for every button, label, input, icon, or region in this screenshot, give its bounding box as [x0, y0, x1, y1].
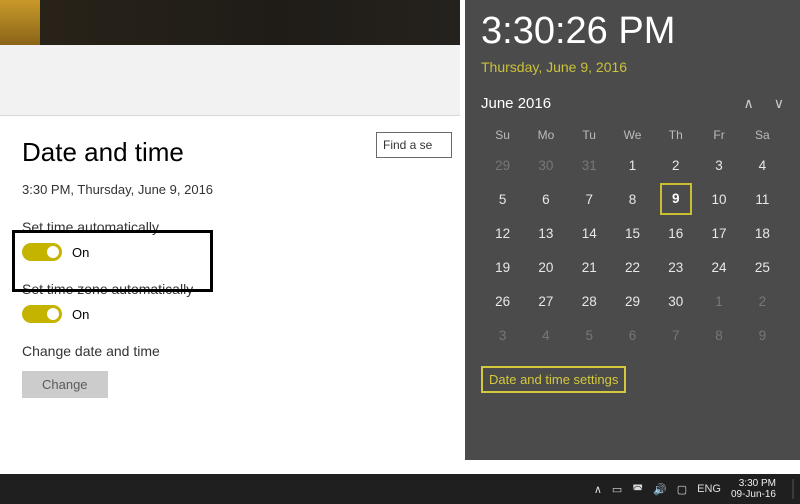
- calendar-day-cell[interactable]: 4: [524, 318, 567, 352]
- calendar-day-cell[interactable]: 23: [654, 250, 697, 284]
- calendar-dow-header: We: [611, 122, 654, 148]
- calendar-day-cell[interactable]: 11: [741, 182, 784, 216]
- calendar-day-cell[interactable]: 16: [654, 216, 697, 250]
- calendar-day-cell[interactable]: 12: [481, 216, 524, 250]
- show-desktop-button[interactable]: [792, 479, 794, 499]
- calendar-day-cell[interactable]: 21: [568, 250, 611, 284]
- calendar-day-cell[interactable]: 29: [481, 148, 524, 182]
- desktop-wallpaper-strip: [0, 0, 460, 45]
- calendar-day-cell[interactable]: 9: [741, 318, 784, 352]
- calendar-next-icon[interactable]: ∨: [774, 95, 784, 112]
- set-tz-auto-label: Set time zone automatically: [22, 281, 438, 297]
- calendar-dow-header: Sa: [741, 122, 784, 148]
- calendar-dow-header: Th: [654, 122, 697, 148]
- calendar-day-cell[interactable]: 5: [568, 318, 611, 352]
- calendar-day-cell[interactable]: 24: [697, 250, 740, 284]
- system-tray: ∧ ▭ ◚ 🔊 ▢ ENG 3:30 PM 09-Jun-16: [594, 478, 794, 500]
- settings-panel: Date and time 3:30 PM, Thursday, June 9,…: [0, 115, 460, 418]
- calendar-dow-header: Fr: [697, 122, 740, 148]
- change-button[interactable]: Change: [22, 371, 108, 398]
- calendar-day-cell[interactable]: 9: [654, 182, 697, 216]
- calendar-day-cell[interactable]: 1: [697, 284, 740, 318]
- calendar-day-cell[interactable]: 19: [481, 250, 524, 284]
- calendar-day-cell[interactable]: 17: [697, 216, 740, 250]
- calendar-grid: SuMoTuWeThFrSa 2930311234567891011121314…: [481, 122, 784, 352]
- battery-icon[interactable]: ▭: [612, 483, 622, 496]
- calendar-prev-icon[interactable]: ∧: [744, 95, 754, 112]
- set-time-auto-label: Set time automatically: [22, 219, 438, 235]
- settings-header-strip: Find a se: [0, 45, 460, 116]
- calendar-dow-header: Su: [481, 122, 524, 148]
- calendar-day-cell[interactable]: 3: [697, 148, 740, 182]
- set-time-auto-state: On: [72, 245, 89, 260]
- calendar-day-cell[interactable]: 18: [741, 216, 784, 250]
- tray-overflow-icon[interactable]: ∧: [594, 483, 602, 496]
- calendar-day-cell[interactable]: 14: [568, 216, 611, 250]
- calendar-day-cell[interactable]: 27: [524, 284, 567, 318]
- set-time-auto-block: Set time automatically On: [22, 219, 438, 261]
- taskbar-clock[interactable]: 3:30 PM 09-Jun-16: [731, 478, 776, 500]
- action-center-icon[interactable]: ▢: [677, 483, 687, 496]
- calendar-day-cell[interactable]: 13: [524, 216, 567, 250]
- calendar-day-cell[interactable]: 8: [697, 318, 740, 352]
- input-language[interactable]: ENG: [697, 483, 721, 495]
- calendar-day-cell[interactable]: 6: [524, 182, 567, 216]
- calendar-day-cell[interactable]: 28: [568, 284, 611, 318]
- change-dt-label: Change date and time: [22, 343, 438, 359]
- current-datetime-text: 3:30 PM, Thursday, June 9, 2016: [22, 182, 438, 197]
- calendar-day-cell[interactable]: 8: [611, 182, 654, 216]
- calendar-day-cell[interactable]: 10: [697, 182, 740, 216]
- calendar-day-cell[interactable]: 30: [524, 148, 567, 182]
- flyout-date: Thursday, June 9, 2016: [481, 59, 784, 75]
- calendar-day-cell[interactable]: 7: [654, 318, 697, 352]
- taskbar-time: 3:30 PM: [731, 478, 776, 489]
- calendar-day-cell[interactable]: 22: [611, 250, 654, 284]
- set-time-auto-toggle[interactable]: [22, 243, 62, 261]
- calendar-day-cell[interactable]: 6: [611, 318, 654, 352]
- set-tz-auto-state: On: [72, 307, 89, 322]
- volume-icon[interactable]: 🔊: [653, 483, 667, 496]
- set-tz-auto-toggle[interactable]: [22, 305, 62, 323]
- calendar-day-cell[interactable]: 3: [481, 318, 524, 352]
- calendar-day-cell[interactable]: 7: [568, 182, 611, 216]
- taskbar[interactable]: ∧ ▭ ◚ 🔊 ▢ ENG 3:30 PM 09-Jun-16: [0, 474, 800, 504]
- calendar-day-cell[interactable]: 2: [741, 284, 784, 318]
- flyout-time: 3:30:26 PM: [481, 10, 784, 53]
- calendar-dow-header: Mo: [524, 122, 567, 148]
- calendar-day-cell[interactable]: 29: [611, 284, 654, 318]
- calendar-day-cell[interactable]: 1: [611, 148, 654, 182]
- change-dt-block: Change date and time Change: [22, 343, 438, 398]
- taskbar-date: 09-Jun-16: [731, 489, 776, 500]
- calendar-day-cell[interactable]: 15: [611, 216, 654, 250]
- date-time-settings-link[interactable]: Date and time settings: [481, 366, 626, 393]
- calendar-month-label[interactable]: June 2016: [481, 95, 551, 112]
- calendar-day-cell[interactable]: 20: [524, 250, 567, 284]
- calendar-day-cell[interactable]: 26: [481, 284, 524, 318]
- calendar-day-cell[interactable]: 31: [568, 148, 611, 182]
- calendar-day-cell[interactable]: 2: [654, 148, 697, 182]
- calendar-day-cell[interactable]: 30: [654, 284, 697, 318]
- page-title: Date and time: [22, 137, 438, 168]
- calendar-day-cell[interactable]: 25: [741, 250, 784, 284]
- calendar-day-cell[interactable]: 4: [741, 148, 784, 182]
- calendar-day-cell[interactable]: 5: [481, 182, 524, 216]
- wifi-icon[interactable]: ◚: [632, 483, 643, 496]
- calendar-dow-header: Tu: [568, 122, 611, 148]
- clock-calendar-flyout: 3:30:26 PM Thursday, June 9, 2016 June 2…: [465, 0, 800, 460]
- set-tz-auto-block: Set time zone automatically On: [22, 281, 438, 323]
